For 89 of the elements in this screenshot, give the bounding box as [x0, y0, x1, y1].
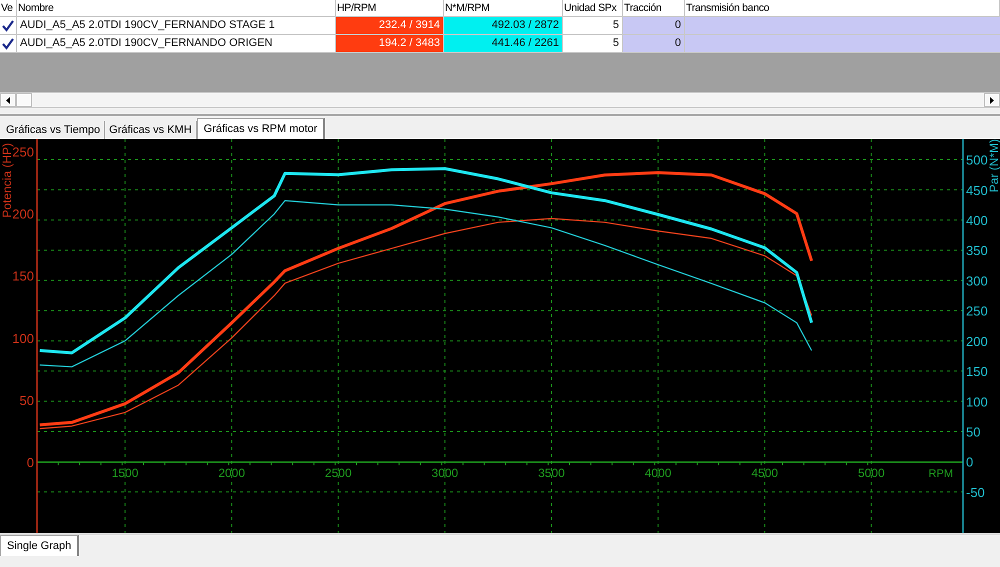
- tab[interactable]: Gráficas vs RPM motor: [196, 118, 326, 139]
- tick-mark: [143, 462, 144, 466]
- column-header[interactable]: HP/RPM: [336, 0, 444, 16]
- tick-label: 100: [966, 394, 988, 410]
- tick-label: 100: [12, 330, 34, 346]
- column-header[interactable]: Tracción: [623, 0, 685, 16]
- tick-mark: [526, 462, 528, 466]
- tick-label: 250: [12, 144, 34, 160]
- scroll-left-button[interactable]: [0, 93, 16, 107]
- tick-mark: [334, 462, 336, 466]
- tick-label: 300: [966, 273, 988, 288]
- tick-label: 250: [966, 304, 988, 319]
- tick-label: 500: [966, 152, 988, 168]
- tick-label: 4500: [751, 466, 778, 480]
- right-arrow-icon: [990, 96, 994, 104]
- scroll-right-button[interactable]: [984, 93, 1000, 107]
- tick-label: 50: [966, 424, 980, 440]
- checkmark-icon[interactable]: [2, 20, 14, 32]
- tick-mark: [100, 462, 102, 466]
- tick-mark: [79, 462, 80, 466]
- tick-mark: [803, 462, 804, 466]
- tick-label: 0: [26, 455, 34, 470]
- axis-label: Potencia (HP): [0, 143, 14, 218]
- column-header[interactable]: Ve: [0, 0, 17, 16]
- tick-mark: [441, 462, 442, 466]
- tick-mark: [228, 462, 230, 466]
- table-cell: AUDI_A5_A5 2.0TDI 190CV_FERNANDO STAGE 1: [17, 17, 336, 34]
- tick-mark: [654, 462, 656, 466]
- tick-mark: [632, 462, 634, 466]
- tick-mark: [206, 462, 208, 466]
- tick-mark: [58, 462, 59, 466]
- tick-mark: [739, 462, 740, 466]
- tick-mark: [398, 462, 400, 466]
- column-header[interactable]: Unidad SPx: [563, 0, 623, 16]
- tick-mark: [122, 462, 123, 466]
- tick-mark: [612, 462, 613, 466]
- tick-label: 4000: [644, 466, 672, 480]
- table-cell: 194.2 / 3483: [336, 35, 444, 52]
- tick-label: 2000: [218, 466, 246, 480]
- tick-label: 200: [966, 334, 988, 349]
- tick-label: 1500: [112, 466, 138, 480]
- tick-mark: [164, 462, 166, 466]
- tick-label: 0: [966, 454, 974, 470]
- tick-label: 400: [966, 212, 988, 228]
- axis-label: RPM: [928, 468, 953, 480]
- table-cell: 492.03 / 2872: [444, 17, 563, 34]
- tick-mark: [484, 462, 485, 466]
- tick-mark: [569, 462, 570, 466]
- column-header[interactable]: Nombre: [17, 0, 336, 16]
- tick-label: 3000: [432, 466, 458, 480]
- tick-label: 150: [966, 364, 988, 380]
- tick-label: -50: [966, 484, 985, 500]
- table-cell: 441.46 / 2261: [444, 35, 563, 52]
- tick-mark: [824, 462, 826, 466]
- tick-label: 2500: [324, 466, 352, 480]
- tick-mark: [377, 462, 378, 466]
- tick-mark: [186, 462, 187, 466]
- table-cell: 0: [623, 17, 685, 34]
- tick-mark: [718, 462, 720, 466]
- tick-mark: [420, 462, 421, 466]
- table-cell: 232.4 / 3914: [336, 17, 444, 34]
- tick-mark: [867, 462, 868, 466]
- scrollbar-thumb[interactable]: [16, 93, 32, 107]
- tick-mark: [696, 462, 698, 466]
- tick-mark: [505, 462, 506, 466]
- checkmark-icon[interactable]: [2, 38, 14, 50]
- table-cell: 0: [623, 35, 685, 52]
- tick-label: 50: [20, 393, 34, 408]
- column-header[interactable]: Transmisión banco: [685, 0, 1000, 16]
- tick-mark: [782, 462, 783, 466]
- tick-mark: [462, 462, 464, 466]
- tick-label: 350: [966, 243, 988, 258]
- tick-label: 150: [12, 268, 34, 284]
- tick-label: 200: [12, 206, 34, 222]
- tick-mark: [292, 462, 294, 466]
- tab[interactable]: Single Graph: [0, 535, 80, 556]
- tick-mark: [313, 462, 314, 466]
- tick-label: 5000: [858, 466, 885, 480]
- column-header[interactable]: N*M/RPM: [444, 0, 563, 16]
- tick-mark: [548, 462, 549, 466]
- tick-mark: [270, 462, 272, 466]
- tick-mark: [590, 462, 592, 466]
- tick-label: 450: [966, 182, 988, 198]
- tick-mark: [846, 462, 847, 466]
- tick-label: 3500: [538, 466, 565, 480]
- tick-mark: [760, 462, 762, 466]
- table-cell: AUDI_A5_A5 2.0TDI 190CV_FERNANDO ORIGEN: [17, 35, 336, 52]
- tick-mark: [356, 462, 357, 466]
- left-arrow-icon: [6, 96, 10, 104]
